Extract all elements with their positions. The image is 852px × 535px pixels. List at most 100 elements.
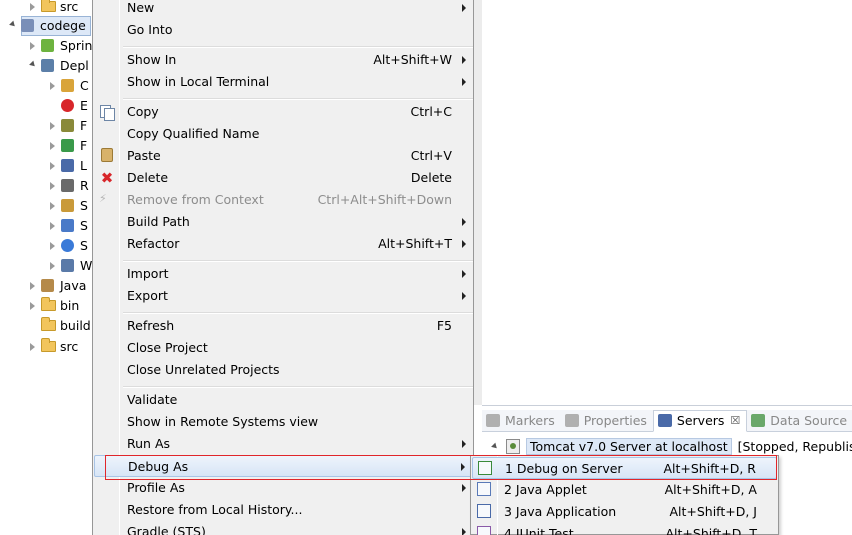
menu-item-profile-as[interactable]: Profile As — [94, 477, 472, 499]
submenu-item-4-junit-test[interactable]: 4 JUnit Test Alt+Shift+D, T — [472, 523, 777, 535]
submenu-arrow-icon — [462, 56, 466, 64]
tree-item[interactable]: src — [0, 0, 92, 17]
tab-data-source-ex[interactable]: Data Source Ex — [747, 410, 852, 432]
menu-item-show-in-remote-systems-view[interactable]: Show in Remote Systems view — [94, 411, 472, 433]
tree-item[interactable]: S — [0, 236, 92, 256]
spring-icon — [41, 39, 54, 52]
menu-item-label: Copy — [127, 104, 159, 119]
java-application-icon — [477, 504, 491, 518]
tab-label: Servers — [676, 413, 725, 428]
collapse-icon[interactable] — [9, 20, 17, 29]
submenu-item-label: 2 Java Applet — [504, 482, 587, 497]
tree-item[interactable]: E — [0, 96, 92, 116]
menu-item-paste[interactable]: Paste Ctrl+V — [94, 145, 472, 167]
tree-item[interactable]: W — [0, 256, 92, 276]
menu-item-label: Show In — [127, 52, 177, 67]
expand-icon[interactable] — [30, 3, 35, 11]
expand-icon[interactable] — [30, 343, 35, 351]
expand-icon[interactable] — [50, 202, 55, 210]
tree-item-label: S — [80, 198, 88, 213]
tree-item[interactable]: build — [0, 316, 92, 336]
menu-item-close-unrelated-projects[interactable]: Close Unrelated Projects — [94, 359, 472, 381]
welcome-pages-icon — [61, 259, 74, 272]
menu-item-label: Go Into — [127, 22, 173, 37]
expand-icon[interactable] — [50, 222, 55, 230]
menu-item-copy[interactable]: Copy Ctrl+C — [94, 101, 472, 123]
submenu-item-3-java-application[interactable]: 3 Java Application Alt+Shift+D, J — [472, 501, 777, 523]
data-source-icon — [751, 414, 766, 427]
delete-icon: ✖ — [100, 169, 114, 187]
menu-separator — [123, 386, 473, 388]
tree-item[interactable]: F — [0, 136, 92, 156]
menu-item-validate[interactable]: Validate — [94, 389, 472, 411]
menu-item-label: Show in Remote Systems view — [127, 414, 319, 429]
tree-item[interactable]: R — [0, 176, 92, 196]
tab-servers[interactable]: Servers ☒ — [652, 409, 748, 432]
expand-icon[interactable] — [50, 122, 55, 130]
menu-item-label: Delete — [127, 170, 169, 185]
menu-item-new[interactable]: New — [94, 0, 472, 19]
paste-icon — [101, 148, 113, 162]
tree-item[interactable]: codege — [0, 16, 92, 36]
tree-item[interactable]: Sprin — [0, 36, 92, 56]
tree-item-label: C — [80, 78, 89, 93]
menu-item-export[interactable]: Export — [94, 285, 472, 307]
folder-icon — [41, 297, 56, 311]
menu-item-shortcut: Delete — [410, 170, 452, 185]
expand-icon[interactable] — [30, 302, 35, 310]
tree-item[interactable]: L — [0, 156, 92, 176]
expand-icon[interactable] — [30, 282, 35, 290]
remove-context-icon: ⚡ — [99, 192, 107, 205]
menu-item-import[interactable]: Import — [94, 263, 472, 285]
tab-properties[interactable]: Properties — [561, 410, 653, 432]
tree-item[interactable]: S — [0, 216, 92, 236]
menu-item-shortcut: Alt+Shift+T — [378, 236, 452, 251]
tree-item[interactable]: bin — [0, 296, 92, 316]
menu-item-show-in-local-terminal[interactable]: Show in Local Terminal — [94, 71, 472, 93]
filter-icon — [61, 119, 74, 132]
menu-item-remove-from-context[interactable]: ⚡ Remove from Context Ctrl+Alt+Shift+Down — [94, 189, 472, 211]
editor-sash[interactable] — [474, 0, 482, 405]
tree-item-label: Sprin — [60, 38, 92, 53]
menu-item-run-as[interactable]: Run As — [94, 433, 472, 455]
expand-icon[interactable] — [50, 242, 55, 250]
tree-item-label: Depl — [60, 58, 89, 73]
expand-icon[interactable] — [50, 182, 55, 190]
submenu-item-2-java-applet[interactable]: 2 Java Applet Alt+Shift+D, A — [472, 479, 777, 501]
server-row[interactable]: Tomcat v7.0 Server at localhost [Stopped… — [491, 436, 852, 456]
submenu-arrow-icon — [462, 78, 466, 86]
menu-item-delete[interactable]: ✖ Delete Delete — [94, 167, 472, 189]
tree-item[interactable]: src — [0, 337, 92, 357]
submenu-arrow-icon — [462, 440, 466, 448]
tree-item[interactable]: Java — [0, 276, 92, 296]
tree-item-label: L — [80, 158, 87, 173]
menu-item-gradle-sts[interactable]: Gradle (STS) — [94, 521, 472, 535]
tree-item[interactable]: S — [0, 196, 92, 216]
expand-icon[interactable] — [50, 142, 55, 150]
menu-item-restore-from-local-history[interactable]: Restore from Local History... — [94, 499, 472, 521]
tree-item[interactable]: Depl — [0, 56, 92, 76]
tab-markers[interactable]: Markers — [482, 410, 561, 432]
collapse-icon[interactable] — [29, 60, 37, 69]
tab-label: Properties — [583, 413, 647, 428]
servlet-mapping-icon — [61, 239, 74, 252]
menu-item-refresh[interactable]: Refresh F5 — [94, 315, 472, 337]
menu-item-refactor[interactable]: Refactor Alt+Shift+T — [94, 233, 472, 255]
folder-icon — [41, 0, 56, 12]
menu-item-label: Close Project — [127, 340, 208, 355]
tree-item[interactable]: C — [0, 76, 92, 96]
expand-icon[interactable] — [50, 262, 55, 270]
tree-item[interactable]: F — [0, 116, 92, 136]
expand-icon[interactable] — [491, 442, 499, 450]
expand-icon[interactable] — [50, 82, 55, 90]
menu-item-go-into[interactable]: Go Into — [94, 19, 472, 41]
expand-icon[interactable] — [30, 42, 35, 50]
menu-item-close-project[interactable]: Close Project — [94, 337, 472, 359]
expand-icon[interactable] — [50, 162, 55, 170]
close-tab-icon[interactable]: ☒ — [730, 414, 740, 427]
menu-item-copy-qualified-name[interactable]: Copy Qualified Name — [94, 123, 472, 145]
tree-item-label: E — [80, 98, 88, 113]
menu-item-show-in[interactable]: Show In Alt+Shift+W — [94, 49, 472, 71]
menu-item-build-path[interactable]: Build Path — [94, 211, 472, 233]
servlet-icon — [61, 219, 74, 232]
